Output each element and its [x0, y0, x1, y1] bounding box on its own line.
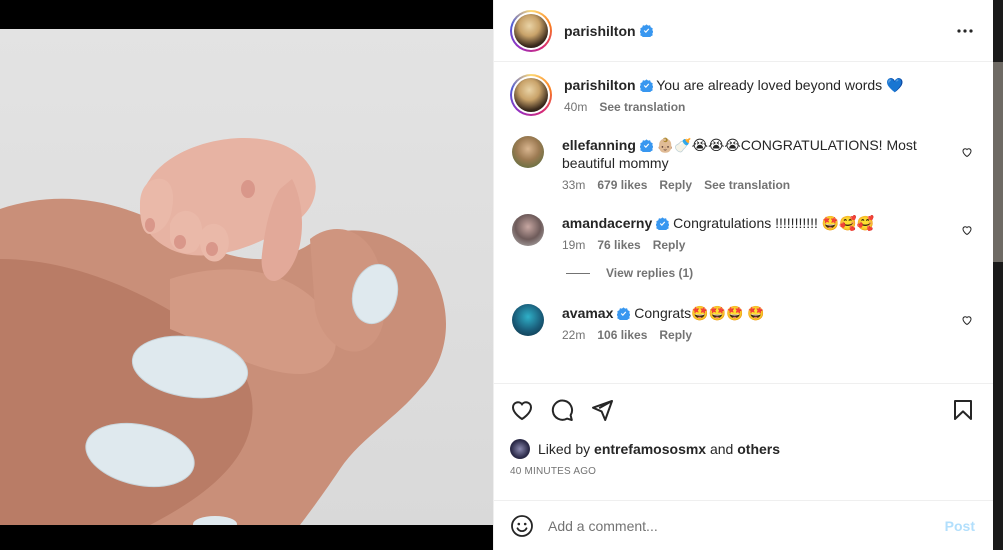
comment-age: 22m [562, 328, 586, 342]
comment-age: 33m [562, 178, 586, 192]
avatar-image [514, 13, 548, 48]
post-actions: Liked by entrefamososmx and others 40 MI… [494, 383, 993, 477]
verified-badge-icon [617, 307, 631, 320]
verified-badge-icon [656, 217, 670, 230]
liked-and: and [709, 441, 734, 457]
comment-likes[interactable]: 76 likes [597, 238, 640, 252]
post-photo[interactable] [0, 29, 493, 525]
background-fragment [993, 62, 1003, 262]
post-comment-button[interactable]: Post [945, 518, 975, 534]
see-translation-link[interactable]: See translation [704, 178, 790, 192]
heart-icon[interactable] [961, 146, 973, 158]
comment-item: avamax Congrats🤩🤩🤩 🤩 22m 106 likes Reply [510, 304, 977, 342]
comment-age: 19m [562, 238, 586, 252]
comment-item: amandacerny Congratulations !!!!!!!!!!! … [510, 214, 977, 252]
post-photo-panel [0, 0, 493, 550]
liked-by-prefix: Liked by [538, 441, 591, 457]
like-heart-icon[interactable] [510, 398, 534, 422]
post-header: parishilton [494, 0, 993, 62]
author-avatar[interactable] [510, 9, 552, 52]
reply-button[interactable]: Reply [659, 328, 692, 342]
comment-icon[interactable] [550, 398, 574, 422]
caption-username[interactable]: parishilton [564, 77, 636, 93]
author-username[interactable]: parishilton [564, 23, 636, 39]
comments-list: parishilton You are already loved beyond… [494, 62, 993, 382]
post-timestamp[interactable]: 40 MINUTES AGO [510, 466, 977, 477]
liker-avatar[interactable] [510, 439, 530, 459]
commenter-avatar[interactable] [512, 214, 544, 246]
view-replies-button[interactable]: View replies (1) [566, 266, 977, 280]
comment-text: Congrats🤩🤩🤩 🤩 [634, 305, 765, 321]
comment-item: ellefanning 👶🏼🍼😭😭😭CONGRATULATIONS! Most … [510, 136, 977, 192]
post-panel: parishilton parishilton You are already … [493, 0, 993, 550]
replies-divider [566, 272, 590, 274]
verified-badge-icon [639, 24, 653, 37]
bookmark-icon[interactable] [951, 398, 975, 422]
add-comment-bar: Post [494, 500, 993, 550]
share-icon[interactable] [590, 398, 614, 422]
commenter-avatar[interactable] [512, 304, 544, 336]
caption-text: You are already loved beyond words 💙 [656, 77, 904, 93]
reply-button[interactable]: Reply [659, 178, 692, 192]
reply-button[interactable]: Reply [653, 238, 686, 252]
post-caption: parishilton You are already loved beyond… [510, 74, 977, 116]
commenter-username[interactable]: avamax [562, 305, 613, 321]
comment-text: Congratulations !!!!!!!!!!! 🤩🥰🥰 [673, 215, 875, 231]
comment-likes[interactable]: 106 likes [597, 328, 647, 342]
comment-input[interactable] [548, 517, 945, 534]
heart-icon[interactable] [961, 314, 973, 326]
likes-others-link[interactable]: others [737, 441, 780, 457]
avatar-image [514, 78, 548, 112]
comment-likes[interactable]: 679 likes [597, 178, 647, 192]
caption-author-avatar[interactable] [510, 74, 552, 116]
liker-username[interactable]: entrefamososmx [594, 441, 706, 457]
caption-age: 40m [564, 100, 588, 114]
commenter-avatar[interactable] [512, 136, 544, 168]
heart-icon[interactable] [961, 224, 973, 236]
photo-bottom-strip [0, 525, 493, 550]
commenter-username[interactable]: ellefanning [562, 137, 636, 153]
see-translation-link[interactable]: See translation [599, 100, 685, 114]
hands-illustration [0, 138, 447, 525]
liked-by-row: Liked by entrefamososmx and others [510, 436, 977, 462]
action-bar [510, 384, 977, 436]
emoji-icon[interactable] [510, 514, 534, 538]
verified-badge-icon [639, 79, 653, 92]
view-replies-label: View replies (1) [606, 266, 694, 280]
more-options-icon[interactable] [953, 19, 977, 43]
verified-badge-icon [639, 139, 653, 152]
commenter-username[interactable]: amandacerny [562, 215, 652, 231]
